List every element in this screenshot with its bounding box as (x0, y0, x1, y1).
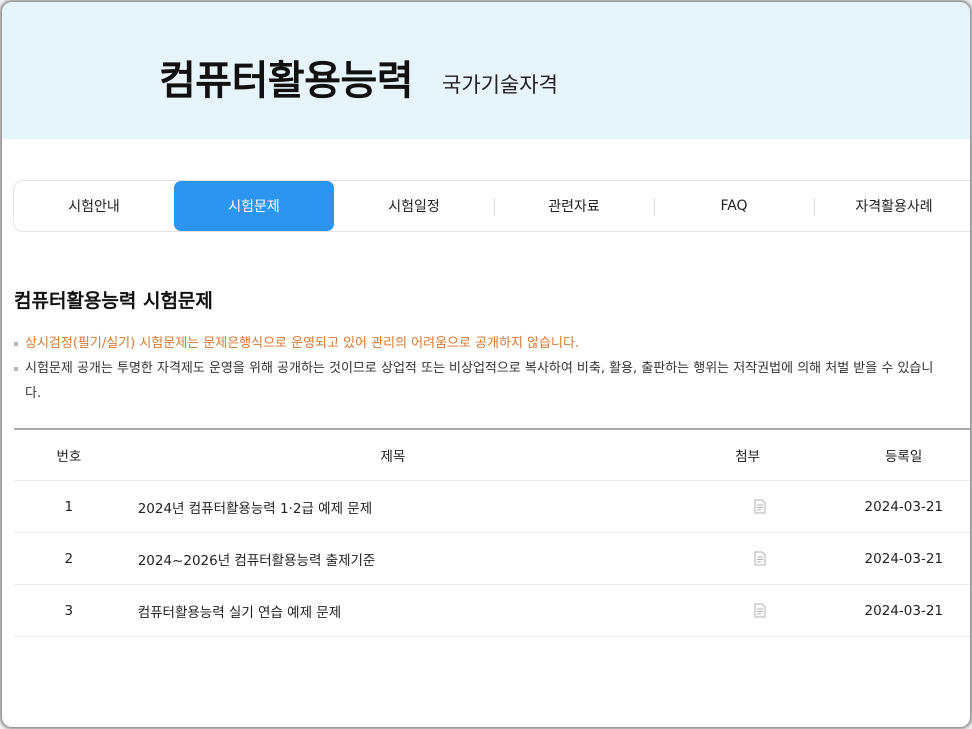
document-icon[interactable] (754, 603, 766, 618)
tab-related-materials[interactable]: 관련자료 (494, 181, 654, 231)
notice-info: 시험문제 공개는 투명한 자격제도 운영을 위해 공개하는 것이므로 상업적 또… (14, 356, 944, 406)
row-attachment (687, 499, 834, 514)
document-icon[interactable] (754, 551, 766, 566)
row-date: 2024-03-21 (864, 550, 944, 567)
row-title-link[interactable]: 2024~2026년 컴퓨터활용능력 출제기준 (124, 549, 687, 569)
row-attachment (687, 603, 834, 618)
row-number: 1 (64, 498, 74, 515)
notice-list: 상시검정(필기/실기) 시험문제는 문제은행식으로 운영되고 있어 관리의 어려… (14, 331, 944, 406)
questions-table: 번호 제목 첨부 등록일 1 2024년 컴퓨터활용능력 1·2급 예제 문제 … (14, 428, 970, 637)
column-header-attachment: 첨부 (735, 449, 761, 465)
tab-certification-cases[interactable]: 자격활용사례 (814, 181, 970, 231)
tab-exam-guide[interactable]: 시험안내 (14, 181, 174, 231)
document-icon[interactable] (754, 499, 766, 514)
page-header: 컴퓨터활용능력 국가기술자격 (2, 2, 970, 139)
tab-bar: 시험안내 시험문제 시험일정 관련자료 FAQ 자격활용사례 (13, 180, 970, 232)
row-attachment (687, 551, 834, 566)
tab-faq[interactable]: FAQ (654, 181, 814, 231)
table-row[interactable]: 3 컴퓨터활용능력 실기 연습 예제 문제 2024-03-21 (14, 585, 970, 637)
page-subtitle: 국가기술자격 (442, 73, 558, 97)
column-header-title: 제목 (380, 449, 406, 465)
column-header-date: 등록일 (885, 449, 923, 465)
table-header-row: 번호 제목 첨부 등록일 (14, 430, 970, 481)
section-title: 컴퓨터활용능력 시험문제 (14, 290, 213, 312)
row-number: 3 (64, 602, 74, 619)
tab-exam-schedule[interactable]: 시험일정 (334, 181, 494, 231)
tab-exam-questions[interactable]: 시험문제 (174, 181, 334, 231)
page-frame: 컴퓨터활용능력 국가기술자격 시험안내 시험문제 시험일정 관련자료 FAQ 자… (2, 2, 970, 727)
row-number: 2 (64, 550, 74, 567)
row-title-link[interactable]: 컴퓨터활용능력 실기 연습 예제 문제 (124, 601, 687, 621)
table-row[interactable]: 2 2024~2026년 컴퓨터활용능력 출제기준 2024-03-21 (14, 533, 970, 585)
column-header-number: 번호 (56, 449, 82, 465)
notice-warning: 상시검정(필기/실기) 시험문제는 문제은행식으로 운영되고 있어 관리의 어려… (14, 331, 944, 356)
row-date: 2024-03-21 (864, 602, 944, 619)
row-title-link[interactable]: 2024년 컴퓨터활용능력 1·2급 예제 문제 (124, 497, 687, 517)
row-date: 2024-03-21 (864, 498, 944, 515)
page-title: 컴퓨터활용능력 (159, 58, 414, 104)
table-row[interactable]: 1 2024년 컴퓨터활용능력 1·2급 예제 문제 2024-03-21 (14, 481, 970, 533)
